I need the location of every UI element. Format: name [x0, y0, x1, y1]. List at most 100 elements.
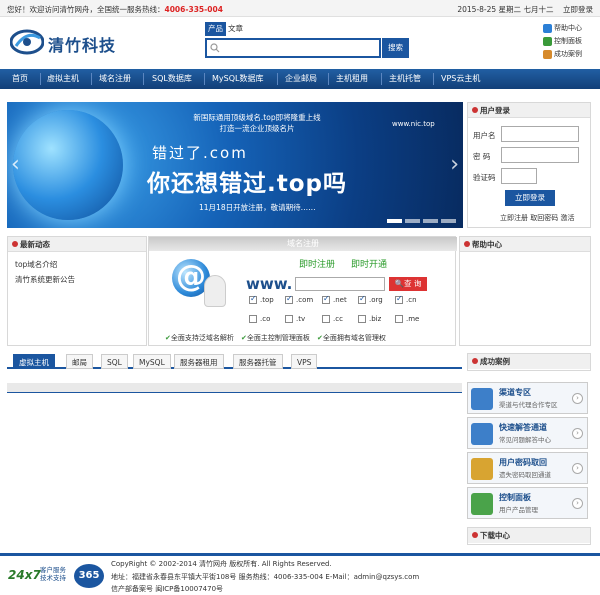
- search-tab-product[interactable]: 产品: [205, 22, 226, 36]
- nav-divider: [277, 73, 278, 85]
- top-login-link[interactable]: 立即登录: [563, 5, 593, 14]
- tab-server-hosting[interactable]: 服务器托管: [233, 354, 283, 369]
- news-item[interactable]: 清竹系统更新公告: [15, 274, 75, 285]
- promo-banner[interactable]: ‹ › 新国际通用顶级域名.top即将隆重上线 打造一流企业顶级名片 www.ni…: [7, 102, 463, 228]
- tld-option[interactable]: .me: [395, 315, 419, 323]
- lock-icon: [471, 458, 493, 480]
- tld-option[interactable]: .tv: [285, 315, 305, 323]
- service-title: 控制面板: [499, 493, 531, 502]
- domain-input[interactable]: [295, 277, 385, 291]
- news-item[interactable]: top域名介绍: [15, 259, 57, 270]
- login-panel: 用户登录 用户名 密 码 验证码 立即登录 立即注册 取回密码 激活: [467, 102, 591, 228]
- nav-sql[interactable]: SQL数据库: [152, 69, 192, 89]
- captcha-input[interactable]: [501, 168, 537, 184]
- nav-rent[interactable]: 主机租用: [336, 69, 368, 89]
- arrow-right-icon: ›: [572, 463, 583, 474]
- password-input[interactable]: [501, 147, 579, 163]
- domain-feature: ✔全面拥有域名管理权: [317, 333, 386, 343]
- arrow-right-icon: ›: [572, 428, 583, 439]
- tld-label: .me: [406, 315, 420, 323]
- footer-icp[interactable]: 信产部备案号 闽ICP备10007470号: [111, 584, 223, 594]
- checkbox-icon: [322, 315, 330, 323]
- quick-link-control-panel[interactable]: 控制面板: [543, 35, 593, 48]
- tab-mail[interactable]: 邮局: [66, 354, 93, 369]
- domain-register-panel: 域名注册 @ 即时注册 即时开通 www. 🔍查 询 .top .com .ne…: [148, 236, 457, 346]
- tld-option[interactable]: .net: [322, 294, 347, 304]
- chat-icon: [471, 423, 493, 445]
- service-subtitle: 遗失密码取回通道: [499, 471, 551, 479]
- tab-server-rent[interactable]: 服务器租用: [174, 354, 224, 369]
- nav-virtual-host[interactable]: 虚拟主机: [47, 69, 79, 89]
- search-button[interactable]: 搜索: [382, 38, 409, 58]
- login-links[interactable]: 立即注册 取回密码 激活: [500, 213, 574, 223]
- domain-feature: ✔全面支持泛域名解析: [165, 333, 234, 343]
- tab-virtual-host[interactable]: 虚拟主机: [13, 354, 55, 369]
- username-input[interactable]: [501, 126, 579, 142]
- checkbox-icon: [358, 294, 366, 304]
- footer-copyright: CopyRight © 2002-2014 清竹网舟 版权所有. All Rig…: [111, 560, 332, 568]
- badge-support-text: 客户服务 技术支持: [40, 566, 66, 582]
- search-input[interactable]: [205, 38, 381, 58]
- nav-home[interactable]: 首页: [12, 69, 28, 89]
- nav-domain[interactable]: 域名注册: [99, 69, 131, 89]
- quick-link-help[interactable]: 帮助中心: [543, 22, 593, 35]
- feature-text: 全面主控制管理面板: [246, 334, 310, 342]
- banner-subtitle: 新国际通用顶级域名.top即将隆重上线 打造一流企业顶级名片: [152, 112, 362, 134]
- checkbox-icon: [358, 315, 366, 323]
- quick-link-cases[interactable]: 成功案例: [543, 48, 593, 61]
- login-button[interactable]: 立即登录: [505, 190, 555, 206]
- search-tab-article[interactable]: 文章: [225, 22, 246, 36]
- nav-mail[interactable]: 企业邮局: [285, 69, 317, 89]
- service-title: 用户密码取回: [499, 458, 547, 467]
- nav-divider: [143, 73, 144, 85]
- checkbox-icon: [285, 294, 293, 304]
- tld-option[interactable]: .org: [358, 294, 383, 304]
- tld-label: .cn: [406, 296, 417, 304]
- quick-link-label: 帮助中心: [554, 24, 582, 32]
- control-panel-icon: [471, 493, 493, 515]
- nav-divider: [381, 73, 382, 85]
- tld-option[interactable]: .top: [249, 294, 274, 304]
- site-logo[interactable]: 清竹科技: [10, 26, 140, 58]
- hotline-number: 4006-335-004: [164, 5, 223, 14]
- domain-query-button[interactable]: 🔍查 询: [389, 277, 427, 291]
- service-password[interactable]: 用户密码取回 遗失密码取回通道 ›: [467, 452, 588, 484]
- tab-sql[interactable]: SQL: [101, 354, 128, 369]
- feature-text: 全面支持泛域名解析: [170, 334, 234, 342]
- tld-option[interactable]: .cc: [322, 315, 343, 323]
- banner-dot[interactable]: [441, 219, 456, 223]
- tab-mysql[interactable]: MySQL: [133, 354, 171, 369]
- footer: 24x7 客户服务 技术支持 365 CopyRight © 2002-2014…: [0, 553, 600, 595]
- instant-register-label: 即时注册: [299, 260, 336, 270]
- tld-option[interactable]: .biz: [358, 315, 381, 323]
- banner-prev-arrow[interactable]: ‹: [11, 152, 20, 177]
- checkbox-icon: [249, 294, 257, 304]
- banner-line1: 新国际通用顶级域名.top即将隆重上线: [193, 113, 321, 122]
- service-title: 快速解答通道: [499, 423, 547, 432]
- banner-dot[interactable]: [405, 219, 420, 223]
- banner-next-arrow[interactable]: ›: [450, 152, 459, 177]
- globe-image: [13, 110, 123, 220]
- banner-dot[interactable]: [423, 219, 438, 223]
- quick-link-label: 控制面板: [554, 37, 582, 45]
- service-control-panel[interactable]: 控制面板 用户产品管理 ›: [467, 487, 588, 519]
- tld-option[interactable]: .com: [285, 294, 313, 304]
- checkbox-icon: [395, 294, 403, 304]
- tab-vps[interactable]: VPS: [291, 354, 318, 369]
- nav-divider: [328, 73, 329, 85]
- service-channel[interactable]: 渠道专区 渠道与代理合作专区 ›: [467, 382, 588, 414]
- arrow-right-icon: ›: [572, 498, 583, 509]
- banner-dot[interactable]: [387, 219, 402, 223]
- news-title: 最新动态: [8, 237, 146, 252]
- tld-option[interactable]: .co: [249, 315, 270, 323]
- nav-hosting[interactable]: 主机托管: [389, 69, 421, 89]
- control-panel-icon: [543, 36, 552, 46]
- help-icon: [543, 23, 552, 33]
- quick-link-label: 成功案例: [554, 50, 582, 58]
- tld-option[interactable]: .cn: [395, 294, 417, 304]
- logo-text: 清竹科技: [48, 36, 117, 55]
- nav-mysql[interactable]: MySQL数据库: [212, 69, 263, 89]
- banner-line2: 打造一流企业顶级名片: [219, 124, 295, 133]
- nav-vps[interactable]: VPS云主机: [441, 69, 480, 89]
- service-faq[interactable]: 快速解答通道 常见问题解答中心 ›: [467, 417, 588, 449]
